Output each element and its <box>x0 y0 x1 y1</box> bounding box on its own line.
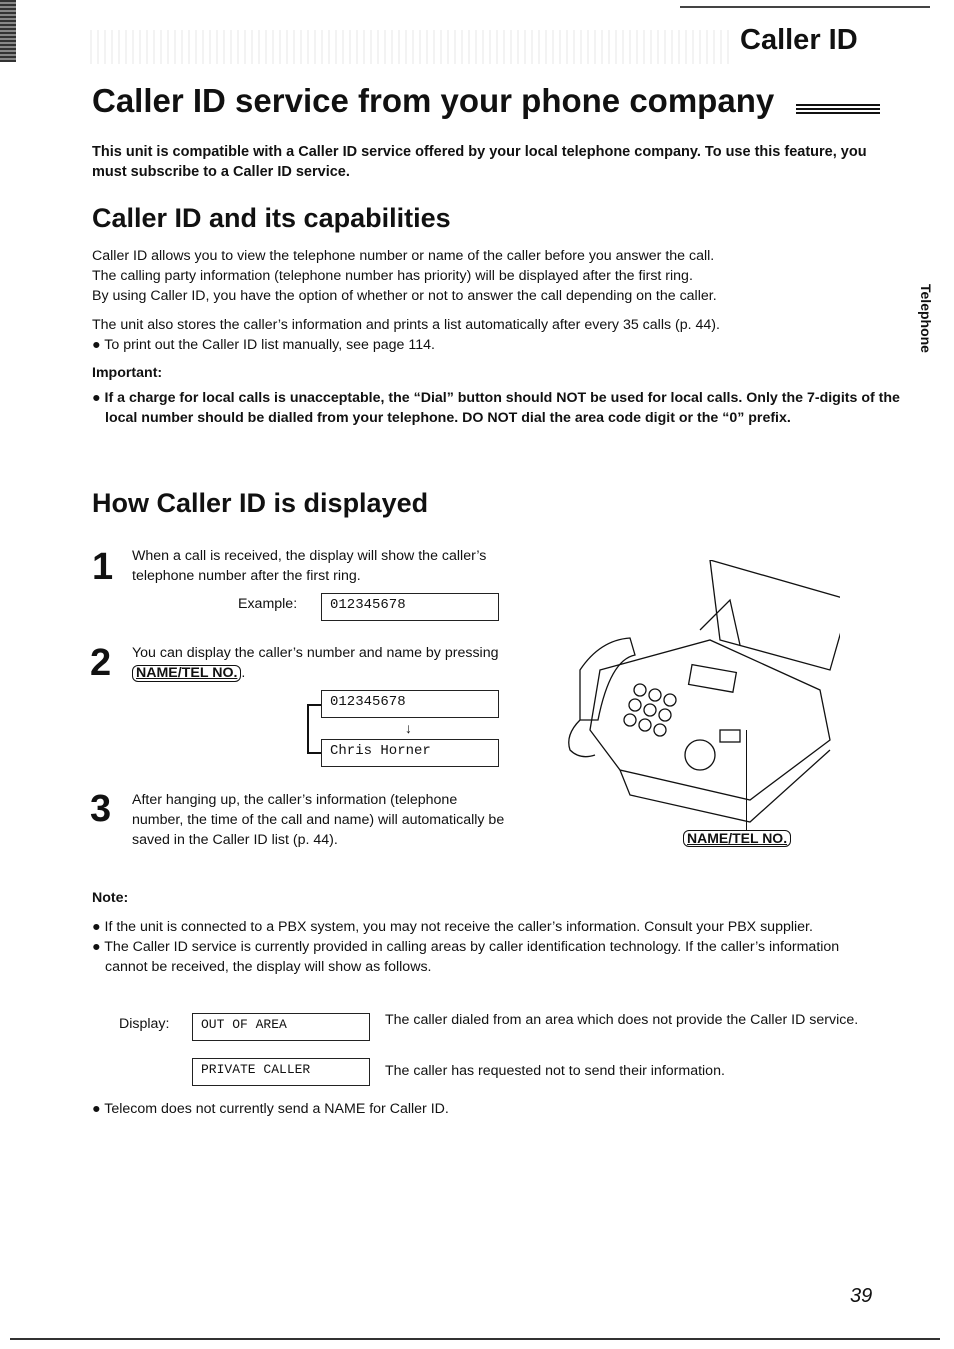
intro-text: This unit is compatible with a Caller ID… <box>92 144 867 180</box>
step-number: 1 <box>92 546 114 588</box>
capabilities-paragraph: Caller ID allows you to view the telepho… <box>92 246 882 306</box>
step-text-before: You can display the caller’s number and … <box>132 645 499 661</box>
line: Caller ID allows you to view the telepho… <box>92 248 715 264</box>
side-tab-label: Telephone <box>918 284 934 353</box>
storage-paragraph: The unit also stores the caller’s inform… <box>92 315 882 355</box>
header-band <box>90 30 730 64</box>
lcd-display-private-caller: PRIVATE CALLER <box>192 1058 370 1086</box>
step-number: 3 <box>90 788 112 830</box>
name-tel-no-key: NAME/TEL NO. <box>132 665 242 682</box>
important-text: If a charge for local calls is unaccepta… <box>104 390 900 426</box>
fax-body <box>589 639 831 801</box>
header-rule <box>680 6 930 8</box>
callout-line <box>746 730 747 830</box>
fax-base <box>619 749 831 823</box>
lcd-display-example: 012345678 <box>321 593 499 621</box>
important-bullet: ● If a charge for local calls is unaccep… <box>92 390 900 426</box>
title-decoration <box>796 104 880 116</box>
lcd-screen <box>687 663 738 693</box>
bullet-text: To print out the Caller ID list manually… <box>104 337 435 353</box>
note-list: ● If the unit is connected to a PBX syst… <box>92 917 882 977</box>
name-tel-button <box>719 729 741 743</box>
section-tag: Caller ID <box>740 24 858 56</box>
name-tel-no-key: NAME/TEL NO. <box>683 830 792 847</box>
fax-machine-illustration <box>568 560 840 823</box>
heading-capabilities: Caller ID and its capabilities <box>92 203 451 233</box>
bullet-item: ● To print out the Caller ID list manual… <box>92 337 435 353</box>
line: By using Caller ID, you have the option … <box>92 288 717 304</box>
bullet-text: Telecom does not currently send a NAME f… <box>104 1101 449 1117</box>
lcd-display-name: Chris Horner <box>321 739 499 767</box>
display-label: Display: <box>119 1016 170 1032</box>
toggle-loop-arrow <box>307 704 321 706</box>
note-bullet: ● Telecom does not currently send a NAME… <box>92 1101 449 1117</box>
note-bullet: ● The Caller ID service is currently pro… <box>92 939 840 975</box>
step-text: You can display the caller’s number and … <box>132 643 502 683</box>
lcd-display-out-of-area: OUT OF AREA <box>192 1013 370 1041</box>
step-text-after: . <box>241 665 246 681</box>
page-title: Caller ID service from your phone compan… <box>92 82 775 119</box>
bullet-text: The Caller ID service is currently provi… <box>104 939 840 975</box>
step-text: When a call is received, the display wil… <box>132 548 487 584</box>
footer-rule <box>10 1338 940 1340</box>
toggle-loop-line <box>307 704 309 754</box>
important-label: Important: <box>92 365 163 381</box>
line: The calling party information (telephone… <box>92 268 693 284</box>
heading-how-displayed: How Caller ID is displayed <box>92 488 429 518</box>
note-label: Note: <box>92 890 129 906</box>
bullet-text: If the unit is connected to a PBX system… <box>104 919 813 935</box>
dial-knob <box>684 739 716 771</box>
display-description: The caller has requested not to send the… <box>385 1063 725 1079</box>
step-number: 2 <box>90 642 112 684</box>
step-text: After hanging up, the caller’s informati… <box>132 792 505 848</box>
page-number: 39 <box>850 1285 873 1307</box>
lcd-display-number: 012345678 <box>321 690 499 718</box>
toggle-loop-line <box>307 752 321 754</box>
binder-edge <box>0 0 16 62</box>
line: The unit also stores the caller’s inform… <box>92 317 720 333</box>
display-description: The caller dialed from an area which doe… <box>385 1012 859 1028</box>
example-label: Example: <box>238 596 298 612</box>
arrow-down-icon: ↓ <box>405 720 412 736</box>
callout-label: NAME/TEL NO. <box>683 830 792 847</box>
note-bullet: ● If the unit is connected to a PBX syst… <box>92 919 813 935</box>
handset <box>579 637 636 721</box>
paper-tray <box>709 560 840 671</box>
